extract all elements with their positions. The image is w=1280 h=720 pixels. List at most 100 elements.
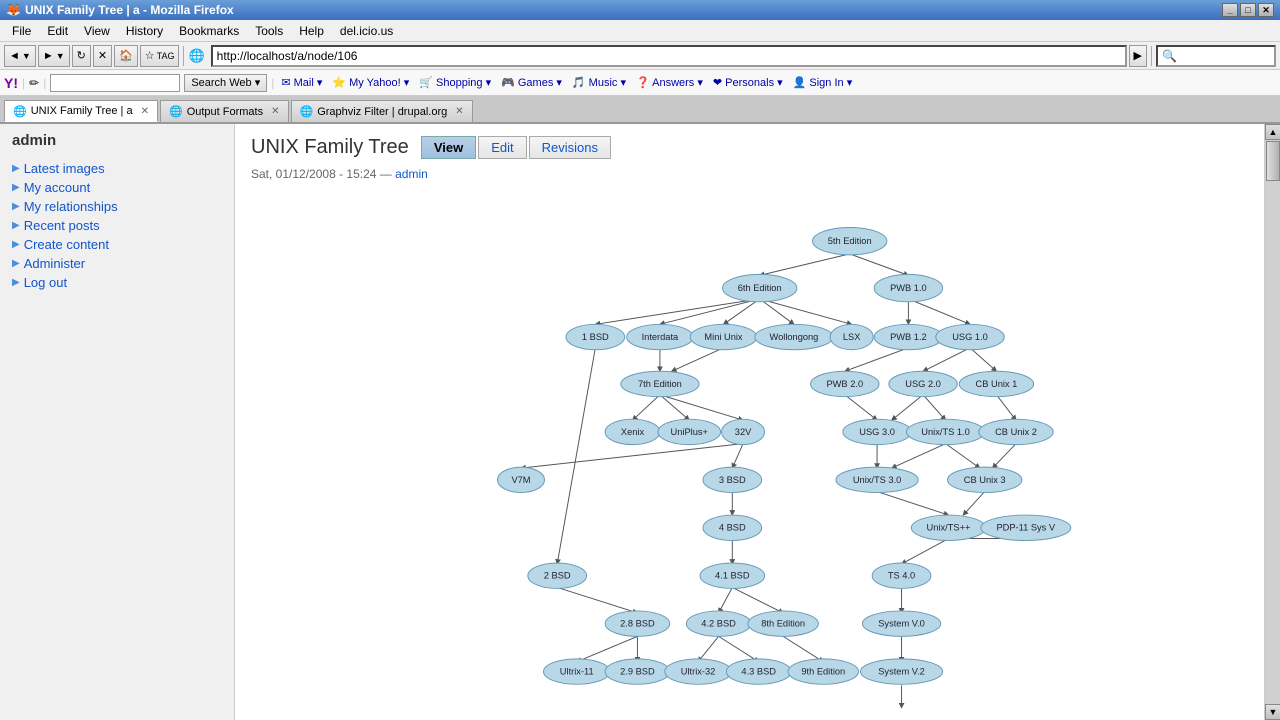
tab-close-0[interactable]: ✕ [141,106,149,117]
svg-text:6th Edition: 6th Edition [738,283,782,293]
post-separator: — [380,167,395,181]
tab-close-1[interactable]: ✕ [271,106,279,117]
yahoo-music-link[interactable]: 🎵 Music ▾ [569,76,629,89]
svg-text:USG 1.0: USG 1.0 [952,332,988,342]
menu-edit[interactable]: Edit [39,22,76,40]
menu-delicious[interactable]: del.icio.us [332,22,401,40]
browser-tabs: 🌐 UNIX Family Tree | a ✕ 🌐 Output Format… [0,96,1280,124]
unix-family-tree-graph: 5th Edition 6th Edition PWB 1.0 1 BSD In… [251,193,1151,720]
svg-text:USG 2.0: USG 2.0 [905,379,941,389]
sidebar-item-administer[interactable]: ▶ Administer [12,254,222,273]
nav-separator [183,46,184,66]
stop-button[interactable]: ✕ [93,45,112,67]
browser-tab-2[interactable]: 🌐 Graphviz Filter | drupal.org ✕ [291,100,473,122]
home-button[interactable]: 🏠 [114,45,138,67]
svg-text:8th Edition: 8th Edition [761,619,805,629]
svg-text:9th Edition: 9th Edition [801,667,845,677]
sidebar-item-recent-posts[interactable]: ▶ Recent posts [12,216,222,235]
svg-text:Mini Unix: Mini Unix [704,332,743,342]
scroll-down-button[interactable]: ▼ [1265,704,1280,720]
yahoo-search-btn[interactable]: Search Web ▾ [184,74,267,92]
svg-text:Xenix: Xenix [621,427,645,437]
main-layout: admin ▶ Latest images ▶ My account ▶ My … [0,124,1280,720]
url-text[interactable]: http://localhost/a/node/106 [217,49,1121,63]
bullet-icon-2: ▶ [12,182,20,193]
scroll-track [1265,140,1280,704]
browser-tab-1[interactable]: 🌐 Output Formats ✕ [160,100,289,122]
yahoo-signin-link[interactable]: 👤 Sign In ▾ [790,76,856,89]
window-title: UNIX Family Tree | a - Mozilla Firefox [25,3,234,17]
svg-text:1 BSD: 1 BSD [582,332,609,342]
browser-search-box[interactable]: 🔍 [1156,45,1276,67]
content-area: UNIX Family Tree View Edit Revisions Sat… [235,124,1264,720]
svg-text:Ultrix-32: Ultrix-32 [681,667,716,677]
yahoo-myyahoo-link[interactable]: ⭐ My Yahoo! ▾ [329,76,412,89]
sidebar-item-create-content[interactable]: ▶ Create content [12,235,222,254]
title-bar: 🦊 UNIX Family Tree | a - Mozilla Firefox… [0,0,1280,20]
yahoo-search-input[interactable] [50,74,180,92]
svg-text:TS 4.0: TS 4.0 [888,571,915,581]
svg-text:Interdata: Interdata [642,332,679,342]
bullet-icon-6: ▶ [12,258,20,269]
svg-text:7th Edition: 7th Edition [638,379,682,389]
svg-text:2.8 BSD: 2.8 BSD [620,619,655,629]
menu-bookmarks[interactable]: Bookmarks [171,22,247,40]
scroll-thumb[interactable] [1266,141,1280,181]
search-icon: 🔍 [1162,49,1177,63]
sidebar-label-my-account: My account [24,180,90,195]
yahoo-separator: | [22,76,25,90]
vertical-scrollbar: ▲ ▼ [1264,124,1280,720]
yahoo-shopping-link[interactable]: 🛒 Shopping ▾ [416,76,494,89]
menu-file[interactable]: File [4,22,39,40]
yahoo-logo: Y! [4,75,18,91]
menu-tools[interactable]: Tools [247,22,291,40]
bookmark-button[interactable]: ☆ TAG [140,45,180,67]
browser-tab-0[interactable]: 🌐 UNIX Family Tree | a ✕ [4,100,158,122]
svg-text:Unix/TS++: Unix/TS++ [927,523,971,533]
bullet-icon-7: ▶ [12,277,20,288]
back-arrow-icon: ▼ [22,51,31,61]
sidebar-item-my-relationships[interactable]: ▶ My relationships [12,197,222,216]
post-author-link[interactable]: admin [395,167,428,181]
reload-button[interactable]: ↻ [72,45,91,67]
svg-text:System V.0: System V.0 [878,619,925,629]
back-button[interactable]: ◄ ▼ [4,45,36,67]
scroll-up-button[interactable]: ▲ [1265,124,1280,140]
tab-icon-1: 🌐 [169,105,183,118]
sidebar-item-latest-images[interactable]: ▶ Latest images [12,159,222,178]
tab-view[interactable]: View [421,136,476,159]
svg-text:CB Unix 2: CB Unix 2 [995,427,1037,437]
svg-text:4.2 BSD: 4.2 BSD [701,619,736,629]
sidebar-item-my-account[interactable]: ▶ My account [12,178,222,197]
tab-label-0: UNIX Family Tree | a [31,105,133,117]
bullet-icon-5: ▶ [12,239,20,250]
bullet-icon: ▶ [12,163,20,174]
content-tabs: View Edit Revisions [421,136,611,159]
toolbar-separator-3: | [271,76,274,90]
close-button[interactable]: ✕ [1258,3,1274,17]
yahoo-personals-link[interactable]: ❤ Personals ▾ [710,76,786,89]
menu-view[interactable]: View [76,22,118,40]
tab-revisions[interactable]: Revisions [529,136,611,159]
sidebar-label-create-content: Create content [24,237,109,252]
maximize-button[interactable]: □ [1240,3,1256,17]
tab-edit[interactable]: Edit [478,136,526,159]
yahoo-mail-link[interactable]: ✉ Mail ▾ [278,76,325,89]
menu-help[interactable]: Help [291,22,332,40]
svg-text:PDP-11 Sys V: PDP-11 Sys V [996,523,1055,533]
sidebar-label-latest-images: Latest images [24,161,105,176]
go-button[interactable]: ▶ [1129,45,1147,67]
forward-button[interactable]: ► ▼ [38,45,70,67]
nav-separator-2 [1151,46,1152,66]
tab-close-2[interactable]: ✕ [455,106,463,117]
yahoo-answers-link[interactable]: ❓ Answers ▾ [633,76,706,89]
sidebar-item-log-out[interactable]: ▶ Log out [12,273,222,292]
minimize-button[interactable]: _ [1222,3,1238,17]
svg-text:4.1 BSD: 4.1 BSD [715,571,750,581]
yahoo-games-link[interactable]: 🎮 Games ▾ [498,76,565,89]
pencil-icon: ✏ [29,76,39,90]
svg-text:2 BSD: 2 BSD [544,571,571,581]
address-bar[interactable]: http://localhost/a/node/106 [211,45,1127,67]
svg-text:4.3 BSD: 4.3 BSD [741,667,776,677]
menu-history[interactable]: History [118,22,171,40]
